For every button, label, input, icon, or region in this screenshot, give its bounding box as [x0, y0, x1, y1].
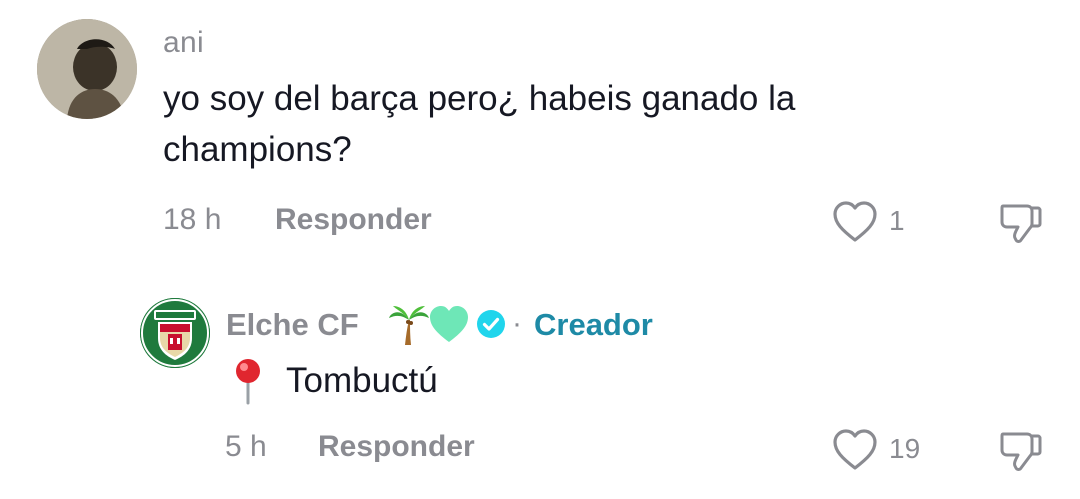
heart-outline-icon[interactable]: [832, 428, 878, 477]
comment-text: Tombuctú: [286, 361, 438, 400]
creator-badge: Creador: [534, 307, 653, 342]
comment-text-line2: champions?: [163, 130, 352, 169]
verified-check-icon: [476, 309, 506, 344]
reply-button[interactable]: Responder: [275, 203, 432, 237]
round-pushpin-icon: [230, 357, 266, 410]
comment-timestamp: 18 h: [163, 203, 222, 236]
avatar[interactable]: [37, 19, 137, 119]
separator-dot: ·: [512, 307, 522, 340]
green-heart-icon: [428, 304, 470, 349]
avatar[interactable]: [140, 298, 210, 368]
reply-button[interactable]: Responder: [318, 430, 475, 464]
like-count: 1: [889, 205, 905, 236]
comment-username[interactable]: Elche CF: [226, 307, 359, 343]
comment-text-line1: yo soy del barça pero¿ habeis ganado la: [163, 79, 796, 118]
thumbs-down-icon[interactable]: [997, 428, 1043, 479]
like-count: 19: [889, 433, 921, 464]
avatar-image: [37, 19, 137, 119]
thumbs-down-icon[interactable]: [997, 200, 1043, 251]
club-crest-icon: [140, 298, 210, 368]
comment-timestamp: 5 h: [225, 430, 267, 463]
palm-tree-icon: [387, 302, 431, 351]
comment-username[interactable]: ani: [163, 26, 204, 60]
heart-outline-icon[interactable]: [832, 200, 878, 249]
